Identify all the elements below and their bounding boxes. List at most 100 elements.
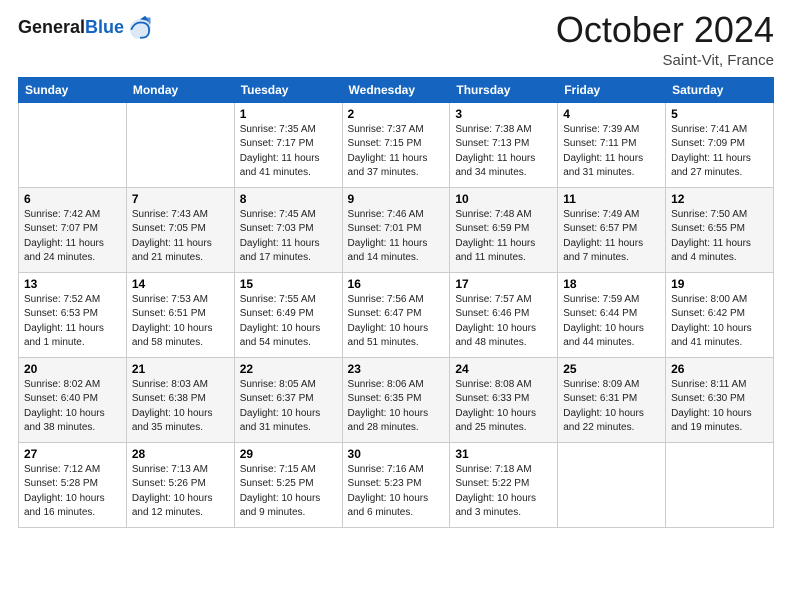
logo-icon [126,14,154,42]
title-block: October 2024 Saint-Vit, France [556,10,774,69]
calendar-cell [19,102,127,187]
calendar-cell: 11Sunrise: 7:49 AMSunset: 6:57 PMDayligh… [558,187,666,272]
calendar-cell: 27 Sunrise: 7:12 AMSunset: 5:28 PMDayligh… [19,442,127,527]
day-header-wednesday: Wednesday [342,77,450,102]
day-number: 30 [348,447,445,461]
day-info: Sunrise: 8:00 AMSunset: 6:42 PMDaylight:… [671,293,768,351]
day-header-sunday: Sunday [19,77,127,102]
day-info: Sunrise: 7:37 AMSunset: 7:15 PMDaylight:… [348,123,445,181]
day-number: 23 [348,362,445,376]
day-info: Sunrise: 8:06 AMSunset: 6:35 PMDaylight:… [348,378,445,436]
calendar-cell: 3 Sunrise: 7:38 AMSunset: 7:13 PMDaylight… [450,102,558,187]
calendar-cell: 29Sunrise: 7:15 AMSunset: 5:25 PMDayligh… [234,442,342,527]
day-number: 21 [132,362,229,376]
day-number: 3 [455,107,552,121]
day-header-tuesday: Tuesday [234,77,342,102]
day-info: Sunrise: 7:57 AMSunset: 6:46 PMDaylight:… [455,293,552,351]
day-info: Sunrise: 7:35 AMSunset: 7:17 PMDaylight:… [240,123,337,181]
calendar-cell: 21 Sunrise: 8:03 AMSunset: 6:38 PMDayligh… [126,357,234,442]
day-number: 24 [455,362,552,376]
day-info: Sunrise: 7:13 AMSunset: 5:26 PMDaylight:… [132,463,229,521]
day-info: Sunrise: 7:59 AMSunset: 6:44 PMDaylight:… [563,293,660,351]
day-info: Sunrise: 7:56 AMSunset: 6:47 PMDaylight:… [348,293,445,351]
day-number: 16 [348,277,445,291]
week-row-2: 6 Sunrise: 7:42 AMSunset: 7:07 PMDaylight… [19,187,774,272]
day-number: 2 [348,107,445,121]
day-number: 13 [24,277,121,291]
day-info: Sunrise: 7:45 AMSunset: 7:03 PMDaylight:… [240,208,337,266]
calendar-cell: 6 Sunrise: 7:42 AMSunset: 7:07 PMDaylight… [19,187,127,272]
day-info: Sunrise: 8:02 AMSunset: 6:40 PMDaylight:… [24,378,121,436]
day-info: Sunrise: 7:43 AMSunset: 7:05 PMDaylight:… [132,208,229,266]
day-info: Sunrise: 7:55 AMSunset: 6:49 PMDaylight:… [240,293,337,351]
calendar-cell: 15 Sunrise: 7:55 AMSunset: 6:49 PMDayligh… [234,272,342,357]
days-of-week-row: SundayMondayTuesdayWednesdayThursdayFrid… [19,77,774,102]
day-number: 29 [240,447,337,461]
calendar-cell: 10Sunrise: 7:48 AMSunset: 6:59 PMDayligh… [450,187,558,272]
calendar-cell: 2 Sunrise: 7:37 AMSunset: 7:15 PMDaylight… [342,102,450,187]
calendar-cell: 14Sunrise: 7:53 AMSunset: 6:51 PMDayligh… [126,272,234,357]
day-number: 8 [240,192,337,206]
day-number: 11 [563,192,660,206]
day-number: 4 [563,107,660,121]
day-info: Sunrise: 7:12 AMSunset: 5:28 PMDaylight:… [24,463,121,521]
day-header-saturday: Saturday [666,77,774,102]
day-number: 5 [671,107,768,121]
calendar-cell [126,102,234,187]
calendar-cell: 23 Sunrise: 8:06 AMSunset: 6:35 PMDayligh… [342,357,450,442]
day-number: 31 [455,447,552,461]
calendar-cell: 24 Sunrise: 8:08 AMSunset: 6:33 PMDayligh… [450,357,558,442]
day-header-monday: Monday [126,77,234,102]
week-row-1: 1 Sunrise: 7:35 AMSunset: 7:17 PMDaylight… [19,102,774,187]
calendar-page: GeneralBlue October 2024 Saint-Vit, Fran… [0,0,792,612]
calendar-cell: 5Sunrise: 7:41 AMSunset: 7:09 PMDaylight… [666,102,774,187]
week-row-3: 13 Sunrise: 7:52 AMSunset: 6:53 PMDayligh… [19,272,774,357]
calendar-cell: 31 Sunrise: 7:18 AMSunset: 5:22 PMDayligh… [450,442,558,527]
calendar-cell: 28Sunrise: 7:13 AMSunset: 5:26 PMDayligh… [126,442,234,527]
day-info: Sunrise: 7:39 AMSunset: 7:11 PMDaylight:… [563,123,660,181]
day-number: 1 [240,107,337,121]
calendar-cell: 20 Sunrise: 8:02 AMSunset: 6:40 PMDayligh… [19,357,127,442]
calendar-table: SundayMondayTuesdayWednesdayThursdayFrid… [18,77,774,528]
calendar-cell: 9 Sunrise: 7:46 AMSunset: 7:01 PMDaylight… [342,187,450,272]
day-number: 22 [240,362,337,376]
calendar-cell: 26Sunrise: 8:11 AMSunset: 6:30 PMDayligh… [666,357,774,442]
calendar-cell: 7 Sunrise: 7:43 AMSunset: 7:05 PMDaylight… [126,187,234,272]
day-info: Sunrise: 7:18 AMSunset: 5:22 PMDaylight:… [455,463,552,521]
calendar-cell: 25Sunrise: 8:09 AMSunset: 6:31 PMDayligh… [558,357,666,442]
day-info: Sunrise: 7:38 AMSunset: 7:13 PMDaylight:… [455,123,552,181]
day-info: Sunrise: 8:03 AMSunset: 6:38 PMDaylight:… [132,378,229,436]
day-info: Sunrise: 7:52 AMSunset: 6:53 PMDaylight:… [24,293,121,351]
day-number: 18 [563,277,660,291]
calendar-cell: 16 Sunrise: 7:56 AMSunset: 6:47 PMDayligh… [342,272,450,357]
logo: GeneralBlue [18,14,154,42]
day-number: 15 [240,277,337,291]
day-number: 20 [24,362,121,376]
month-title: October 2024 [556,10,774,50]
calendar-cell: 8 Sunrise: 7:45 AMSunset: 7:03 PMDaylight… [234,187,342,272]
day-info: Sunrise: 7:42 AMSunset: 7:07 PMDaylight:… [24,208,121,266]
day-number: 6 [24,192,121,206]
day-number: 12 [671,192,768,206]
day-number: 27 [24,447,121,461]
week-row-5: 27 Sunrise: 7:12 AMSunset: 5:28 PMDayligh… [19,442,774,527]
day-info: Sunrise: 8:08 AMSunset: 6:33 PMDaylight:… [455,378,552,436]
day-number: 25 [563,362,660,376]
day-info: Sunrise: 7:46 AMSunset: 7:01 PMDaylight:… [348,208,445,266]
day-number: 7 [132,192,229,206]
calendar-cell: 1 Sunrise: 7:35 AMSunset: 7:17 PMDaylight… [234,102,342,187]
day-header-thursday: Thursday [450,77,558,102]
calendar-cell: 18 Sunrise: 7:59 AMSunset: 6:44 PMDayligh… [558,272,666,357]
calendar-cell: 30Sunrise: 7:16 AMSunset: 5:23 PMDayligh… [342,442,450,527]
calendar-cell: 22Sunrise: 8:05 AMSunset: 6:37 PMDayligh… [234,357,342,442]
day-number: 17 [455,277,552,291]
week-row-4: 20 Sunrise: 8:02 AMSunset: 6:40 PMDayligh… [19,357,774,442]
day-info: Sunrise: 7:48 AMSunset: 6:59 PMDaylight:… [455,208,552,266]
calendar-cell: 4 Sunrise: 7:39 AMSunset: 7:11 PMDaylight… [558,102,666,187]
calendar-cell: 12 Sunrise: 7:50 AMSunset: 6:55 PMDayligh… [666,187,774,272]
day-info: Sunrise: 8:11 AMSunset: 6:30 PMDaylight:… [671,378,768,436]
calendar-cell: 13 Sunrise: 7:52 AMSunset: 6:53 PMDayligh… [19,272,127,357]
day-info: Sunrise: 7:50 AMSunset: 6:55 PMDaylight:… [671,208,768,266]
day-number: 9 [348,192,445,206]
header: GeneralBlue October 2024 Saint-Vit, Fran… [18,10,774,69]
